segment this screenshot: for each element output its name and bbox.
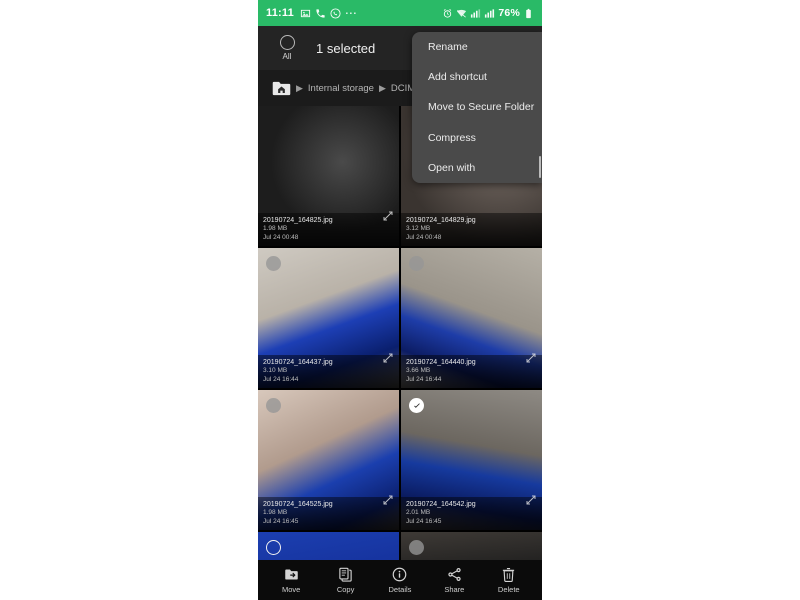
file-date: Jul 24 16:45	[263, 517, 299, 525]
file-name: 20190724_164525.jpg	[263, 501, 333, 508]
whatsapp-icon	[330, 7, 341, 19]
selected-count-label: 1 selected	[316, 40, 376, 56]
select-all-label: All	[282, 52, 292, 61]
status-bar-right-icons: 76%	[442, 7, 534, 19]
breadcrumb-separator-1: ▶	[378, 82, 386, 93]
item-checkbox[interactable]	[409, 540, 424, 555]
grid-item[interactable]: 20190724_180849.jpg	[401, 532, 542, 560]
menu-item-compress[interactable]: Compress	[412, 123, 542, 153]
item-checkbox[interactable]	[266, 540, 281, 555]
action-share[interactable]: Share	[431, 567, 477, 594]
status-bar-left-icons: ⋯	[300, 6, 358, 20]
file-size: 3.10 MB	[263, 367, 288, 374]
file-date: Jul 24 00:48	[263, 233, 299, 241]
wifi-icon	[456, 8, 467, 19]
menu-item-move-to-secure-folder[interactable]: Move to Secure Folder	[412, 92, 542, 122]
file-date: Jul 24 16:44	[263, 375, 299, 383]
select-all-control[interactable]: All	[270, 35, 304, 61]
menu-item-rename[interactable]: Rename	[412, 32, 542, 62]
copy-icon	[338, 567, 353, 582]
expand-icon[interactable]	[382, 352, 394, 364]
thumbnail-meta: 20190724_164437.jpg 3.10 MB Jul 24 16:44	[258, 355, 399, 388]
grid-item[interactable]: 20190724_164558.jpg	[258, 532, 399, 560]
thumbnail-meta: 20190724_164440.jpg 3.66 MB Jul 24 16:44	[401, 355, 542, 388]
signal-icon	[470, 8, 481, 19]
menu-scrollbar[interactable]	[538, 156, 541, 178]
action-label: Details	[388, 584, 412, 594]
share-icon	[447, 567, 462, 582]
image-icon	[300, 8, 311, 19]
file-name: 20190724_164829.jpg	[406, 217, 476, 224]
file-date: Jul 24 16:45	[406, 517, 442, 525]
bottom-action-bar: Move Copy Details Share Delete	[258, 560, 542, 600]
action-details[interactable]: Details	[377, 567, 423, 594]
expand-icon[interactable]	[525, 494, 537, 506]
breadcrumb-separator-0: ▶	[296, 82, 303, 93]
action-delete[interactable]: Delete	[486, 567, 532, 594]
move-icon	[284, 567, 299, 582]
expand-icon[interactable]	[525, 352, 537, 364]
file-name: 20190724_164825.jpg	[263, 217, 333, 224]
screenshot-frame: 11:11 ⋯ 76% All 1 selected ▶ Internal st…	[0, 0, 800, 600]
expand-icon[interactable]	[382, 494, 394, 506]
action-label: Share	[444, 584, 465, 594]
thumbnail-meta: 20190724_164825.jpg 1.98 MB Jul 24 00:48	[258, 213, 399, 246]
select-all-checkbox[interactable]	[279, 35, 295, 50]
file-size: 1.98 MB	[263, 225, 288, 232]
file-size: 1.98 MB	[263, 509, 288, 516]
file-date: Jul 24 00:48	[406, 233, 442, 241]
action-copy[interactable]: Copy	[323, 567, 369, 594]
item-checkbox-checked[interactable]	[409, 398, 424, 413]
file-size: 3.66 MB	[406, 367, 431, 374]
item-checkbox[interactable]	[266, 256, 281, 271]
trash-icon	[501, 567, 516, 582]
battery-percentage: 76%	[498, 7, 520, 19]
file-size: 2.01 MB	[406, 509, 431, 516]
phone-screen: 11:11 ⋯ 76% All 1 selected ▶ Internal st…	[258, 0, 542, 600]
action-label: Copy	[336, 584, 355, 594]
grid-item[interactable]: 20190724_164825.jpg 1.98 MB Jul 24 00:48	[258, 106, 399, 246]
context-menu[interactable]: Rename Add shortcut Move to Secure Folde…	[412, 32, 542, 183]
more-dots-icon: ⋯	[344, 6, 358, 20]
thumbnail-meta: 20190724_164829.jpg 3.12 MB Jul 24 00:48	[401, 213, 542, 246]
expand-icon[interactable]	[382, 210, 394, 222]
file-date: Jul 24 16:44	[406, 375, 442, 383]
alarm-icon	[442, 8, 453, 19]
file-name: 20190724_164542.jpg	[406, 501, 476, 508]
thumbnail-meta: 20190724_164542.jpg 2.01 MB Jul 24 16:45	[401, 497, 542, 530]
battery-icon	[523, 8, 534, 19]
file-name: 20190724_164437.jpg	[263, 359, 333, 366]
item-checkbox[interactable]	[409, 256, 424, 271]
grid-item-selected[interactable]: 20190724_164542.jpg 2.01 MB Jul 24 16:45	[401, 390, 542, 530]
info-icon	[392, 567, 407, 582]
grid-item[interactable]: 20190724_164525.jpg 1.98 MB Jul 24 16:45	[258, 390, 399, 530]
thumbnail-meta: 20190724_164525.jpg 1.98 MB Jul 24 16:45	[258, 497, 399, 530]
action-move[interactable]: Move	[268, 567, 314, 594]
status-bar: 11:11 ⋯ 76%	[258, 0, 542, 26]
home-folder-icon[interactable]	[272, 80, 291, 97]
action-label: Delete	[497, 584, 520, 594]
menu-item-open-with[interactable]: Open with	[412, 153, 542, 183]
grid-item[interactable]: 20190724_164437.jpg 3.10 MB Jul 24 16:44	[258, 248, 399, 388]
grid-item[interactable]: 20190724_164440.jpg 3.66 MB Jul 24 16:44	[401, 248, 542, 388]
status-bar-clock: 11:11	[266, 7, 294, 19]
item-checkbox[interactable]	[266, 398, 281, 413]
file-size: 3.12 MB	[406, 225, 431, 232]
phone-icon	[315, 8, 326, 19]
signal-bars-icon	[484, 8, 495, 19]
action-label: Move	[282, 584, 301, 594]
breadcrumb-item-internal-storage[interactable]: Internal storage	[308, 83, 374, 94]
file-name: 20190724_164440.jpg	[406, 359, 476, 366]
menu-item-add-shortcut[interactable]: Add shortcut	[412, 62, 542, 92]
